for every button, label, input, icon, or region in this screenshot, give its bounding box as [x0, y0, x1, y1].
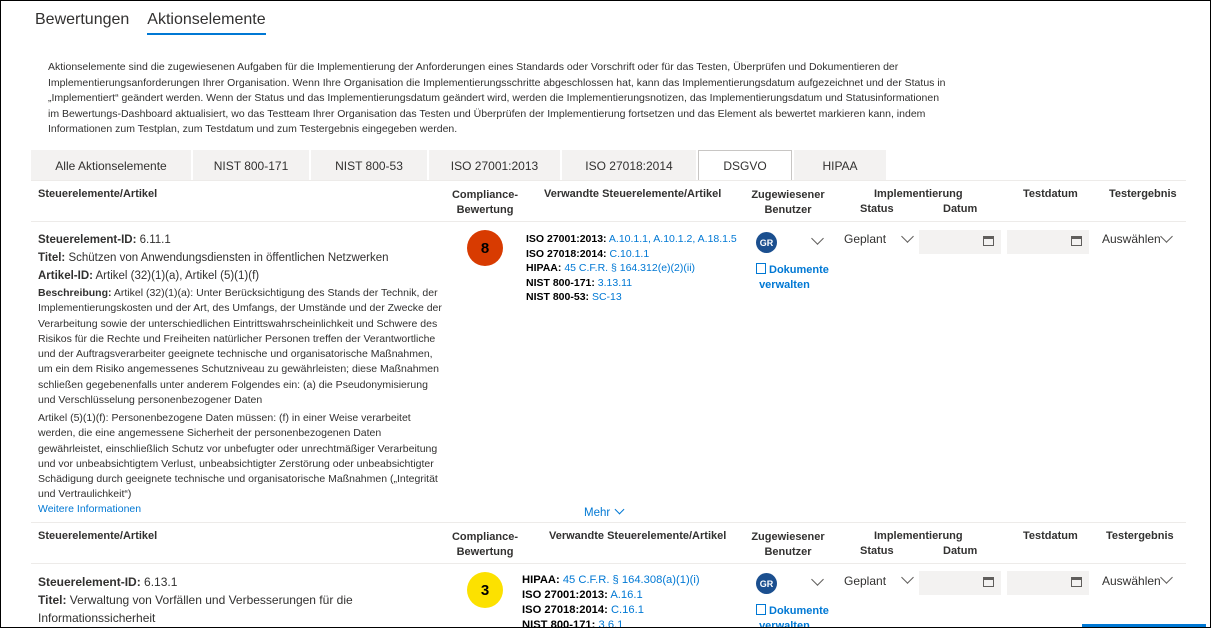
pivot-aktionselemente[interactable]: Aktionselemente — [147, 11, 266, 35]
document-icon — [756, 604, 766, 615]
chevron-down-icon[interactable] — [1160, 571, 1173, 584]
manage-documents-link[interactable]: Dokumente verwalten — [756, 604, 829, 627]
more-button[interactable]: Mehr — [584, 504, 625, 521]
header-testresult: Testergebnis — [1109, 188, 1177, 200]
implementation-date-input[interactable] — [919, 230, 1001, 254]
document-icon — [756, 263, 766, 274]
more-info-link[interactable]: Weitere Informationen — [38, 502, 141, 517]
chevron-down-icon — [614, 504, 625, 515]
header-status: Status — [860, 203, 894, 215]
header-related: Verwandte Steuerelemente/Artikel — [544, 188, 722, 200]
related-controls: HIPAA: 45 C.F.R. § 164.308(a)(1)(i) ISO … — [522, 574, 700, 628]
chevron-down-icon[interactable] — [811, 573, 824, 586]
header-assigned: Zugewiesener Benutzer — [751, 189, 825, 216]
status-dropdown[interactable]: Geplant — [844, 232, 886, 246]
tab-iso-27018[interactable]: ISO 27018:2014 — [562, 150, 696, 181]
header-date: Datum — [943, 545, 978, 557]
header-assigned: Zugewiesener Benutzer — [751, 531, 825, 558]
test-date-input[interactable] — [1007, 230, 1089, 254]
manage-documents-link[interactable]: Dokumente verwalten — [756, 263, 829, 293]
status-dropdown[interactable]: Geplant — [844, 574, 886, 588]
pivot-nav: Bewertungen Aktionselemente — [35, 11, 266, 35]
scroll-indicator — [1082, 624, 1206, 627]
table-header: Steuerelemente/Artikel Compliance- Bewert… — [31, 522, 1186, 564]
implementation-date-input[interactable] — [919, 571, 1001, 595]
tab-hipaa[interactable]: HIPAA — [794, 150, 886, 181]
control-description-2: Artikel (5)(1)(f): Personenbezogene Date… — [38, 412, 438, 501]
header-compliance: Compliance- Bewertung — [451, 531, 518, 558]
tab-nist-800-171[interactable]: NIST 800-171 — [193, 150, 309, 181]
header-status: Status — [860, 545, 894, 557]
chevron-down-icon[interactable] — [901, 571, 914, 584]
control-info: Steuerelement-ID: 6.11.1 Titel: Schützen… — [38, 234, 389, 282]
compliance-score-badge: 8 — [467, 230, 503, 266]
tab-nist-800-53[interactable]: NIST 800-53 — [311, 150, 427, 181]
control-description: Beschreibung: Artikel (32)(1)(a): Unter … — [38, 287, 442, 407]
header-control: Steuerelemente/Artikel — [38, 188, 158, 200]
page-description: Aktionselemente sind die zugewiesenen Au… — [48, 61, 946, 135]
header-compliance: Compliance- Bewertung — [451, 189, 518, 216]
test-result-dropdown[interactable]: Auswählen — [1102, 232, 1161, 246]
tab-dsgvo[interactable]: DSGVO — [698, 150, 792, 181]
compliance-score-badge: 3 — [467, 572, 503, 608]
header-testdate: Testdatum — [1023, 188, 1078, 200]
avatar[interactable]: GR — [756, 573, 777, 594]
calendar-icon — [1071, 577, 1082, 587]
app-frame: Bewertungen Aktionselemente Aktionseleme… — [0, 0, 1211, 628]
calendar-icon — [983, 577, 994, 587]
tab-all[interactable]: Alle Aktionselemente — [31, 150, 191, 181]
chevron-down-icon[interactable] — [901, 230, 914, 243]
test-date-input[interactable] — [1007, 571, 1089, 595]
header-implementation: Implementierung — [874, 188, 963, 200]
control-info: Steuerelement-ID: 6.13.1 Titel: Verwaltu… — [38, 575, 353, 625]
table-header: Steuerelemente/Artikel Compliance- Bewert… — [31, 180, 1186, 222]
filter-tabs: Alle Aktionselemente NIST 800-171 NIST 8… — [31, 150, 886, 181]
header-date: Datum — [943, 203, 978, 215]
chevron-down-icon[interactable] — [1160, 230, 1173, 243]
header-related: Verwandte Steuerelemente/Artikel — [549, 530, 727, 542]
calendar-icon — [1071, 236, 1082, 246]
calendar-icon — [983, 236, 994, 246]
related-controls: ISO 27001:2013: A.10.1.1, A.10.1.2, A.18… — [526, 233, 737, 303]
avatar[interactable]: GR — [756, 232, 777, 253]
header-testdate: Testdatum — [1023, 530, 1078, 542]
header-implementation: Implementierung — [874, 530, 963, 542]
test-result-dropdown[interactable]: Auswählen — [1102, 574, 1161, 588]
header-testresult: Testergebnis — [1106, 530, 1174, 542]
chevron-down-icon[interactable] — [811, 232, 824, 245]
tab-iso-27001[interactable]: ISO 27001:2013 — [429, 150, 560, 181]
pivot-bewertungen[interactable]: Bewertungen — [35, 11, 129, 35]
header-control: Steuerelemente/Artikel — [38, 530, 158, 542]
